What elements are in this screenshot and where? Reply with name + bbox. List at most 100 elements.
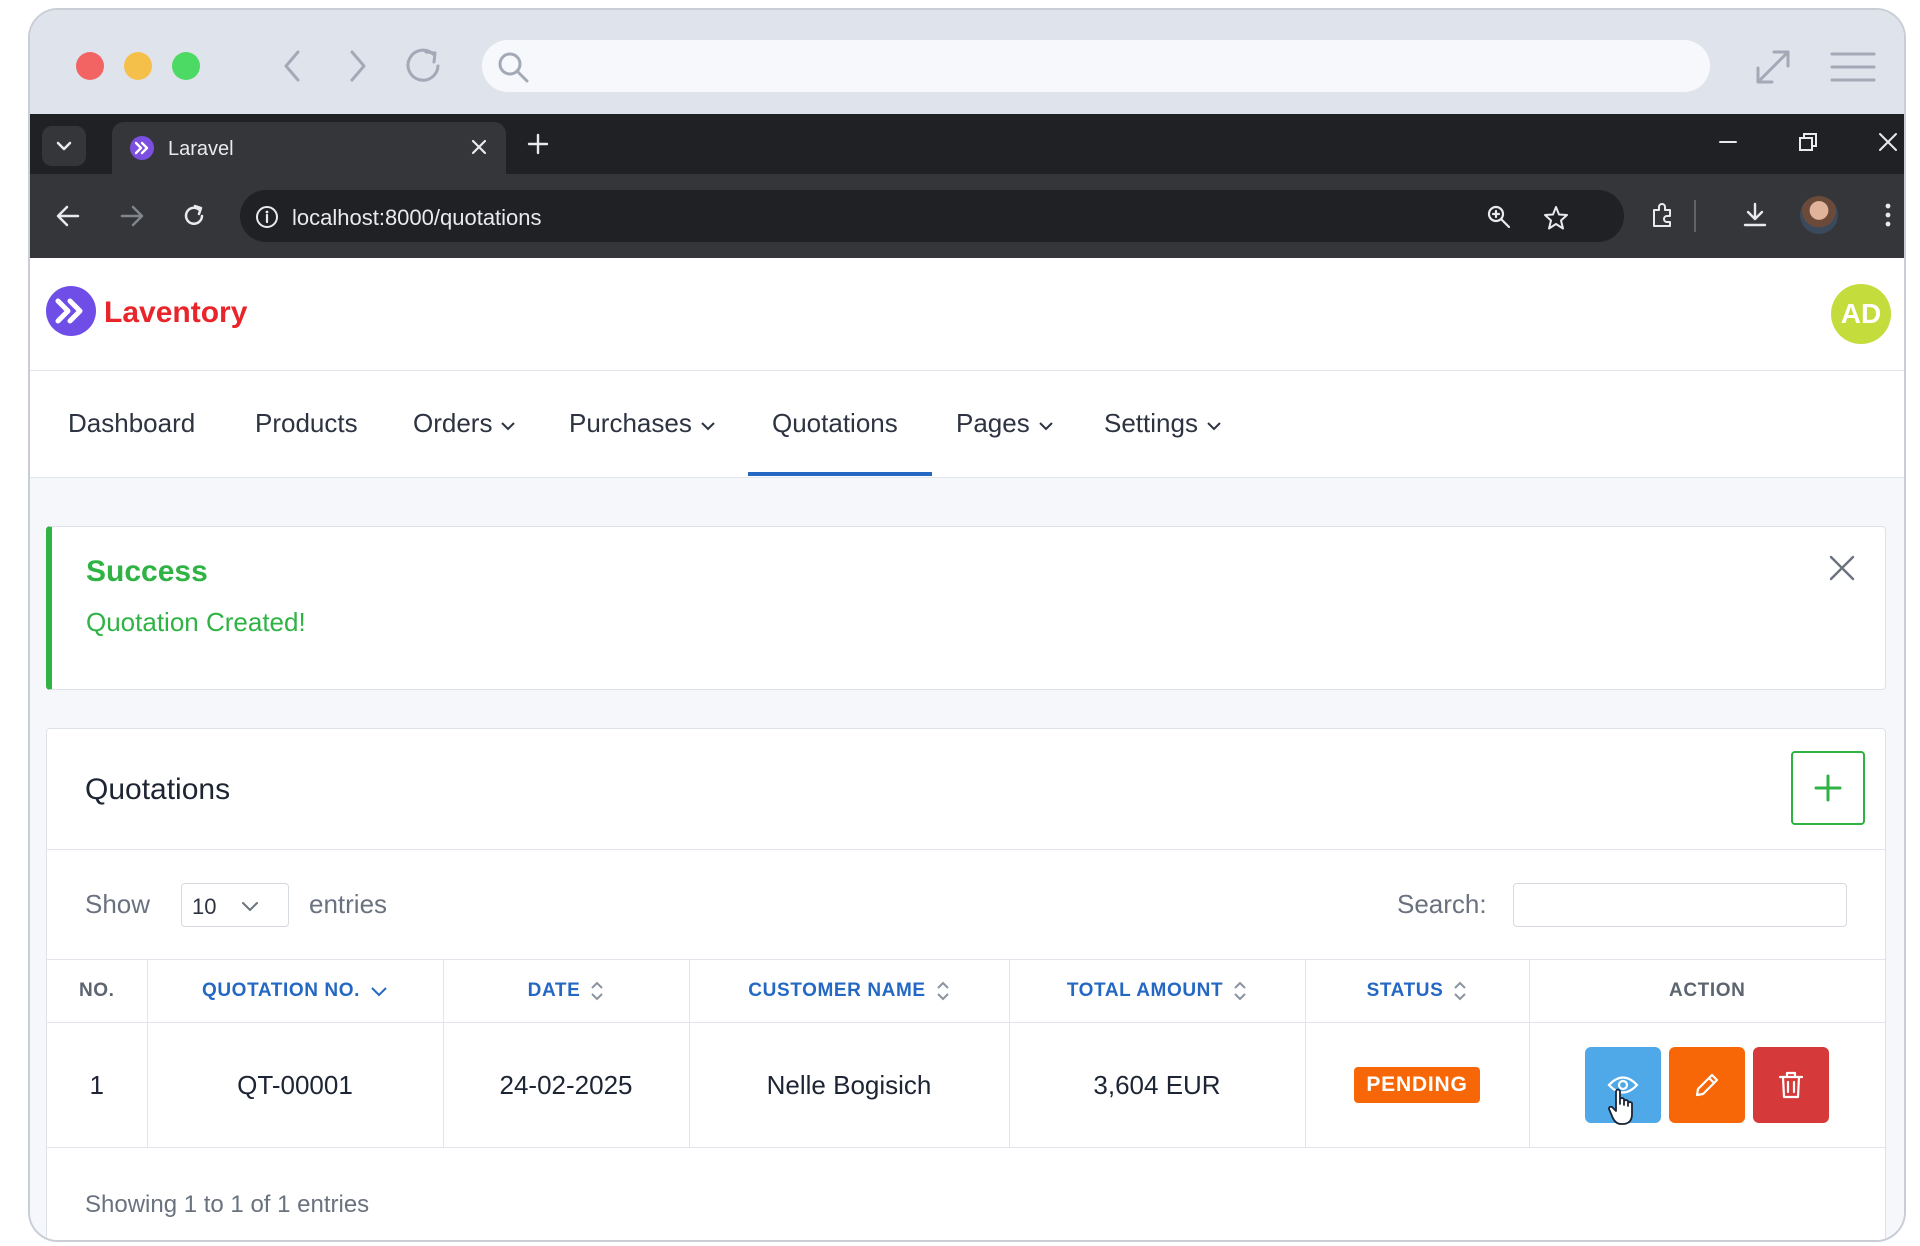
column-header-date[interactable]: DATE (442, 959, 690, 1023)
expand-icon[interactable] (1752, 46, 1794, 88)
search-icon (498, 52, 529, 83)
reload-icon[interactable] (180, 202, 208, 230)
profile-avatar[interactable] (1800, 196, 1838, 234)
nav-item-label: Quotations (772, 407, 898, 438)
brand-name[interactable]: Laventory (104, 296, 247, 330)
chevron-down-icon (701, 422, 715, 431)
minimize-window-dot[interactable] (124, 52, 152, 80)
close-window-icon[interactable] (1876, 130, 1900, 154)
edit-button[interactable] (1669, 1047, 1746, 1123)
chevron-down-icon (1207, 422, 1221, 431)
nav-item-label: Dashboard (68, 407, 196, 438)
site-info-icon[interactable] (254, 204, 280, 230)
view-button[interactable] (1585, 1047, 1662, 1125)
nav-item-label: Orders (413, 407, 493, 438)
card-title: Quotations (85, 773, 231, 806)
tab-search-button[interactable] (42, 126, 86, 166)
mock-back-icon[interactable] (278, 48, 308, 84)
maximize-window-dot[interactable] (172, 52, 200, 80)
nav-item-orders[interactable]: Orders (413, 371, 516, 475)
close-tab-icon[interactable] (468, 136, 490, 158)
extensions-icon[interactable] (1648, 200, 1678, 230)
cell-no: 1 (47, 1022, 148, 1148)
table-row: 1 QT-00001 24-02-2025 Nelle Bogisich 3,6… (47, 1022, 1885, 1148)
app-header: Laventory AD (30, 258, 1904, 371)
toolbar-divider (1694, 200, 1696, 232)
mock-address-bar[interactable] (482, 40, 1710, 92)
nav-item-pages[interactable]: Pages (956, 371, 1054, 475)
address-bar-row: localhost:8000/quotations (30, 174, 1904, 258)
nav-item-quotations[interactable]: Quotations (772, 371, 898, 475)
column-header-label: QUOTATION NO. (201, 980, 361, 1001)
back-arrow-icon[interactable] (54, 202, 82, 230)
entries-per-page-select[interactable]: 10 (181, 883, 289, 927)
more-vertical-icon[interactable] (1882, 200, 1894, 230)
browser-frame: Laravel localhost:8000/quotations Lavent… (28, 8, 1906, 1242)
close-window-dot[interactable] (76, 52, 104, 80)
tab-strip: Laravel (30, 114, 1904, 174)
column-header-total-amount[interactable]: TOTAL AMOUNT (1008, 959, 1306, 1023)
forward-arrow-icon[interactable] (118, 202, 146, 230)
cell-action (1528, 1022, 1885, 1148)
url-field[interactable]: localhost:8000/quotations (240, 190, 1624, 242)
nav-item-label: Products (255, 407, 358, 438)
browser-tab[interactable]: Laravel (112, 122, 506, 174)
sort-icon (1234, 981, 1246, 1001)
nav-item-products[interactable]: Products (255, 371, 358, 475)
mock-reload-icon[interactable] (400, 44, 448, 88)
column-header-customer-name[interactable]: CUSTOMER NAME (688, 959, 1010, 1023)
entries-label: entries (309, 889, 388, 919)
action-buttons (1585, 1047, 1830, 1125)
quotations-card: Quotations Show 10 entries Search: NO. Q… (46, 728, 1886, 1240)
minimize-icon[interactable] (1716, 130, 1740, 154)
main-navbar: Dashboard Products Orders Purchases Quot… (30, 371, 1904, 478)
hamburger-menu-icon[interactable] (1830, 50, 1876, 84)
success-alert: Success Quotation Created! (46, 526, 1886, 690)
app-content: Laventory AD Dashboard Products Orders P… (30, 258, 1904, 1240)
sort-icon (591, 981, 604, 1001)
column-header-label: DATE (527, 980, 581, 1001)
nav-item-purchases[interactable]: Purchases (569, 371, 716, 475)
search-label: Search: (1397, 889, 1487, 919)
column-header-label: ACTION (1669, 980, 1746, 1001)
close-icon[interactable] (1827, 553, 1857, 583)
cell-total-amount: 3,604 EUR (1008, 1022, 1306, 1148)
column-header-quotation-no[interactable]: QUOTATION NO. (146, 959, 444, 1023)
url-text: localhost:8000/quotations (292, 205, 542, 230)
column-header-action: ACTION (1528, 959, 1885, 1023)
column-header-status[interactable]: STATUS (1304, 959, 1530, 1023)
search-input[interactable] (1513, 883, 1847, 927)
laventory-logo-icon[interactable] (46, 286, 96, 336)
alert-title: Success (86, 555, 208, 588)
sort-icon (936, 981, 949, 1001)
nav-active-indicator (748, 472, 932, 476)
nav-item-dashboard[interactable]: Dashboard (68, 371, 195, 475)
table-header-row: NO. QUOTATION NO. DATE CUSTOMER NAME TOT… (47, 959, 1885, 1023)
bookmark-star-icon[interactable] (1542, 204, 1570, 232)
nav-item-settings[interactable]: Settings (1104, 371, 1222, 475)
nav-item-label: Pages (956, 407, 1030, 438)
chevron-down-icon (56, 141, 72, 151)
chevron-down-icon (501, 422, 516, 431)
cell-date: 24-02-2025 (442, 1022, 690, 1148)
mock-forward-icon[interactable] (342, 48, 372, 84)
chevron-down-icon (242, 902, 258, 912)
user-avatar[interactable]: AD (1831, 284, 1891, 344)
download-icon[interactable] (1740, 200, 1770, 230)
mock-browser-toolbar (30, 10, 1904, 114)
sort-desc-icon (371, 987, 387, 997)
delete-button[interactable] (1753, 1047, 1830, 1123)
restore-icon[interactable] (1796, 130, 1820, 154)
hand-pointer-cursor-icon (1608, 1088, 1634, 1125)
add-quotation-button[interactable] (1791, 751, 1865, 825)
card-divider (47, 849, 1885, 850)
trash-icon (1779, 1071, 1804, 1099)
column-header-no: NO. (47, 959, 148, 1023)
column-header-label: NO. (78, 980, 115, 1001)
new-tab-icon[interactable] (526, 132, 550, 156)
zoom-icon[interactable] (1486, 204, 1512, 230)
cell-status: PENDING (1304, 1022, 1530, 1148)
entries-select-value: 10 (192, 894, 217, 919)
cell-customer-name: Nelle Bogisich (688, 1022, 1010, 1148)
quotations-table: NO. QUOTATION NO. DATE CUSTOMER NAME TOT… (47, 959, 1885, 1148)
